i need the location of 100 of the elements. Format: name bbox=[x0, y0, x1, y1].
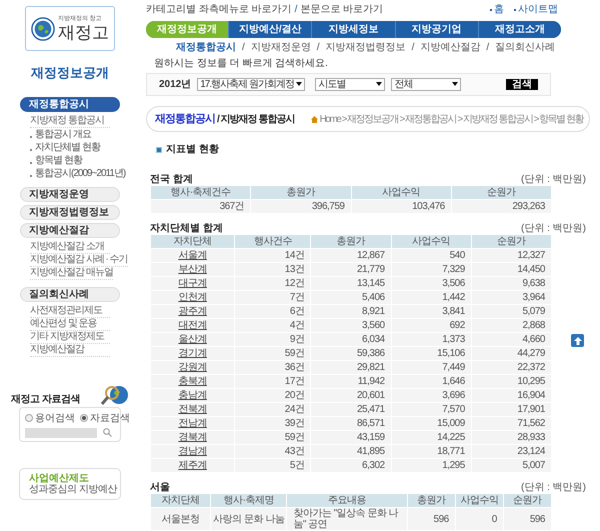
unit-label: (단위 : 백만원) bbox=[521, 222, 586, 236]
search-icon[interactable] bbox=[103, 428, 112, 437]
util-link[interactable]: 사이트맵 bbox=[514, 2, 558, 18]
column-header: 자치단체 bbox=[150, 494, 211, 508]
table-cell: 6,034 bbox=[310, 332, 392, 346]
sidebar-link[interactable]: 지방재정 통합공시 bbox=[30, 114, 110, 128]
sidebar-menu-item[interactable]: 지방재정운영 bbox=[20, 186, 120, 202]
sidebar-menu-item[interactable]: 질의회신사례 bbox=[20, 286, 120, 302]
table-cell: 3,696 bbox=[391, 388, 472, 402]
table-cell: 15,009 bbox=[391, 416, 472, 430]
sidebar-menu-item[interactable]: 지방재정법령정보 bbox=[20, 204, 120, 220]
year-label: 2012년 bbox=[159, 78, 192, 92]
column-header: 순원가 bbox=[471, 234, 552, 248]
table-cell: 서울본청 bbox=[150, 508, 211, 530]
nav-tab[interactable]: 지방예산/결산 bbox=[228, 21, 312, 38]
table-cell: 2,868 bbox=[471, 318, 552, 332]
column-header: 주요내용 bbox=[286, 494, 408, 508]
sidebar-menu-item[interactable]: 지방예산절감 bbox=[20, 222, 120, 238]
sub-nav-link[interactable]: 질의회신사례 bbox=[495, 40, 556, 56]
table-cell: 17,901 bbox=[471, 402, 552, 416]
skip-link[interactable]: 카테고리별 좌측메뉴로 바로가기 bbox=[146, 2, 292, 18]
table-cell: 8,921 bbox=[310, 304, 392, 318]
util-link[interactable]: 홈 bbox=[490, 2, 504, 18]
globe-emblem-icon bbox=[31, 16, 55, 42]
search-hint: 원하시는 정보를 더 빠르게 검색하세요. bbox=[153, 56, 329, 71]
sidebar-link[interactable]: 통합공시 개요 bbox=[35, 126, 91, 142]
sidebar-link[interactable]: 항목별 현황 bbox=[35, 152, 82, 168]
table-cell: 1,442 bbox=[391, 290, 472, 304]
scroll-top-button[interactable] bbox=[571, 334, 584, 347]
home-icon bbox=[310, 116, 318, 122]
select-dropdown[interactable]: 전체 bbox=[391, 78, 462, 91]
search-button[interactable]: 검색 bbox=[506, 78, 538, 90]
sidebar-link[interactable]: 예산편성 및 운용 bbox=[30, 318, 110, 330]
table-cell: 5건 bbox=[234, 458, 311, 472]
column-header: 행사건수 bbox=[234, 234, 311, 248]
sidebar-link[interactable]: 지방예산절감 소개 bbox=[30, 240, 110, 254]
sidebar-link[interactable]: 기타 지방재정제도 bbox=[30, 330, 110, 344]
table-cell: 5,079 bbox=[471, 304, 552, 318]
select-dropdown[interactable]: 시도별 bbox=[315, 78, 386, 91]
table-cell: 59,386 bbox=[310, 346, 392, 360]
table-cell: 5,406 bbox=[310, 290, 392, 304]
breadcrumb[interactable]: Home > 재정정보공개 > 재정통합공시 > 지방재정 통합공시 > 항목별 현황 bbox=[320, 112, 583, 126]
table-caption: 자치단체별 합계 bbox=[149, 222, 223, 236]
sub-nav-link[interactable]: 지방예산절감 bbox=[420, 40, 480, 56]
sidebar-link[interactable]: 지방예산절감 매뉴얼 bbox=[30, 266, 113, 280]
unit-label: (단위 : 백만원) bbox=[521, 172, 586, 186]
table-cell: 5,007 bbox=[471, 458, 552, 472]
separator: / bbox=[242, 41, 245, 56]
radio-option[interactable]: 자료검색 bbox=[80, 410, 130, 426]
sidebar-link[interactable]: 자치단체별 현황 bbox=[35, 140, 100, 154]
sidebar-link[interactable]: 지방예산절감 bbox=[30, 344, 110, 356]
table-cell: 7건 bbox=[234, 290, 311, 304]
table-cell: 21,779 bbox=[310, 262, 392, 276]
sub-nav-link[interactable]: 지방재정법령정보 bbox=[326, 40, 406, 56]
section-heading: 지표별 현황 bbox=[166, 143, 219, 157]
table-cell: 24건 bbox=[234, 402, 311, 416]
table-cell: 18,771 bbox=[391, 444, 472, 458]
table-cell: 4건 bbox=[234, 318, 311, 332]
sidebar-menu-item[interactable]: 재정통합공시 bbox=[20, 96, 120, 112]
radio-option[interactable]: 용어검색 bbox=[25, 410, 75, 426]
search-input-field[interactable] bbox=[25, 428, 97, 438]
data-search-title: 재정고 자료검색 bbox=[11, 392, 80, 406]
dropdown-arrow-icon bbox=[452, 82, 458, 86]
banner[interactable]: 사업예산제도 성과중심의 지방예산 bbox=[19, 468, 121, 500]
table-cell: 59건 bbox=[234, 430, 311, 444]
table-cell: 1,295 bbox=[391, 458, 472, 472]
banner-title: 사업예산제도 bbox=[29, 472, 90, 484]
table-cell: 6건 bbox=[234, 304, 311, 318]
up-arrow-icon bbox=[574, 336, 582, 344]
separator: / bbox=[316, 41, 320, 56]
table-cell: 692 bbox=[391, 318, 472, 332]
sub-nav-link[interactable]: 지방재정운영 bbox=[250, 40, 311, 56]
table-cell: 7,570 bbox=[391, 402, 472, 416]
table-cell: 1,646 bbox=[391, 374, 472, 388]
select-dropdown[interactable]: 17.행사축제 원가회계정 bbox=[197, 78, 306, 91]
sidebar-link[interactable]: 통합공시(2009~2011년) bbox=[35, 166, 126, 180]
table-cell: 596 bbox=[407, 508, 456, 530]
logo-name: 재정고 bbox=[58, 24, 109, 41]
table-cell: 22,372 bbox=[471, 360, 552, 374]
table-cell: 20,601 bbox=[310, 388, 392, 402]
table-cell: 43,159 bbox=[310, 430, 392, 444]
column-header: 총원가 bbox=[310, 234, 392, 248]
table-cell: 71,562 bbox=[471, 416, 552, 430]
table-cell: 13,145 bbox=[310, 276, 392, 290]
column-header: 총원가 bbox=[407, 494, 456, 508]
separator: / bbox=[486, 41, 490, 56]
table-cell: 103,476 bbox=[351, 200, 452, 214]
table-cell: 14건 bbox=[234, 248, 311, 262]
table-cell: 17건 bbox=[234, 374, 311, 388]
column-header: 순원가 bbox=[451, 186, 552, 200]
table-cell: 3,964 bbox=[471, 290, 552, 304]
table-cell: 사랑의 문화 나눔 bbox=[210, 508, 287, 530]
table-cell: 12건 bbox=[234, 276, 311, 290]
skip-link[interactable]: 본문으로 바로가기 bbox=[300, 2, 384, 18]
sidebar-link[interactable]: 지방예산절감 사례 · 수기 bbox=[30, 254, 128, 266]
nav-tab[interactable]: 재정고소개 bbox=[478, 21, 561, 38]
sidebar-link[interactable]: 사전재정관리제도 bbox=[30, 304, 110, 318]
table-cell: 20건 bbox=[234, 388, 311, 402]
sub-nav-link[interactable]: 재정통합공시 bbox=[176, 40, 236, 56]
separator: / bbox=[412, 41, 414, 56]
